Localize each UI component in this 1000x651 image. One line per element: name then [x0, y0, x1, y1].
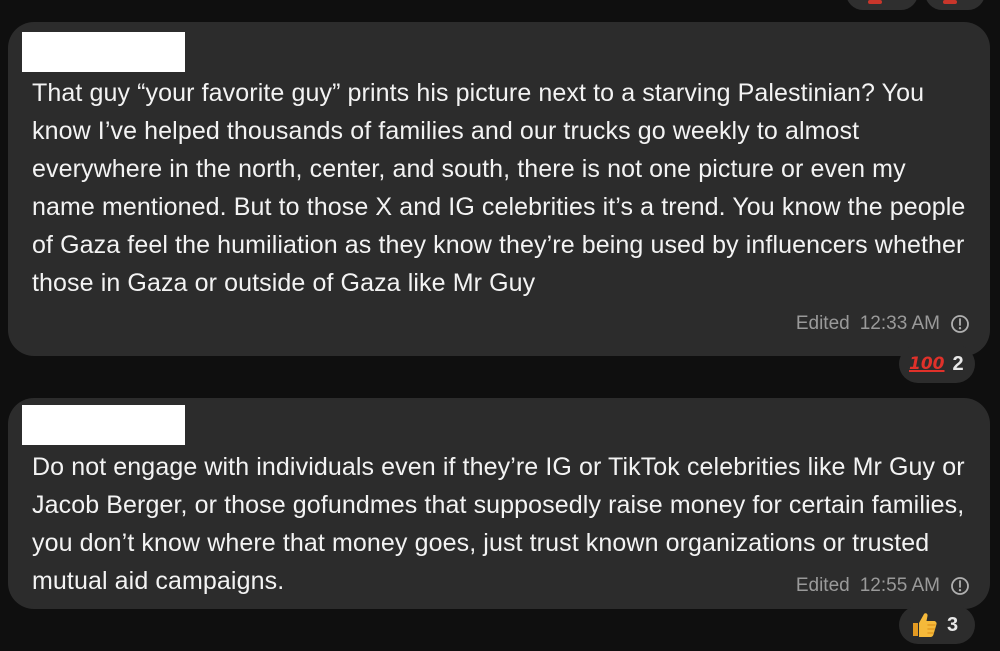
thumbs-up-icon	[913, 613, 937, 637]
clock-icon	[951, 315, 969, 333]
reaction-thumbs-up[interactable]: 3	[899, 606, 975, 644]
sender-name-redacted	[22, 405, 185, 445]
previous-message-reaction[interactable]	[846, 0, 918, 10]
reaction-emoji-icon	[868, 0, 882, 4]
chat-view: That guy “your favorite guy” prints his …	[0, 0, 1000, 651]
edited-label: Edited	[795, 313, 850, 334]
message-bubble[interactable]: That guy “your favorite guy” prints his …	[8, 22, 990, 356]
reaction-emoji-icon	[943, 0, 957, 4]
previous-message-reaction[interactable]	[925, 0, 985, 10]
edited-label: Edited	[795, 575, 850, 596]
reaction-count: 3	[947, 613, 959, 636]
message-time: 12:55 AM	[859, 575, 940, 596]
hundred-points-icon: 100	[909, 353, 945, 374]
message-meta: Edited 12:33 AM	[796, 313, 970, 335]
message-bubble[interactable]: Do not engage with individuals even if t…	[8, 398, 990, 609]
message-text: That guy “your favorite guy” prints his …	[32, 79, 966, 297]
clock-icon	[951, 577, 969, 595]
reaction-count: 2	[952, 352, 964, 375]
reaction-hundred[interactable]: 100 2	[899, 345, 975, 383]
message-meta: Edited 12:55 AM	[796, 575, 970, 597]
message-time: 12:33 AM	[859, 313, 940, 334]
sender-name-redacted	[22, 32, 185, 72]
